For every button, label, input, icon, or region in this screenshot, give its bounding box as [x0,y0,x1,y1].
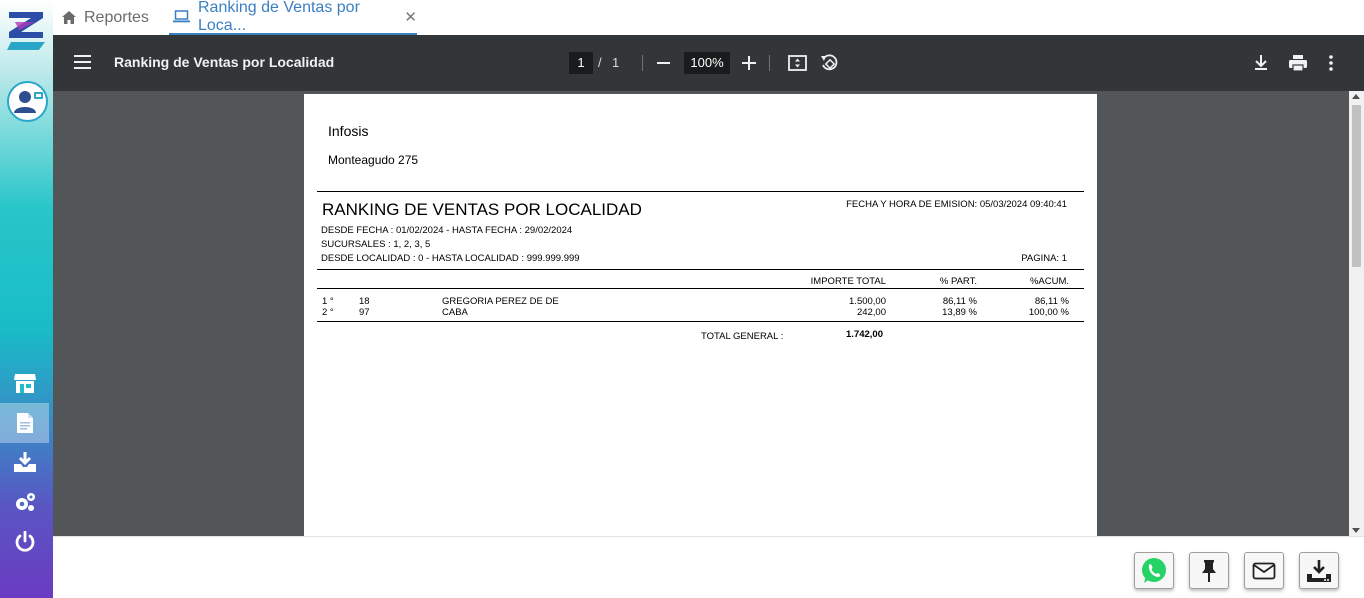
page-indicator: PAGINA: 1 [1021,253,1067,264]
pdf-toolbar: Ranking de Ventas por Localidad 1 / 1 10… [53,35,1364,91]
importe-value: 1.500,00 [849,296,886,307]
sidebar-logout-button[interactable] [0,522,49,562]
report-title: RANKING DE VENTAS POR LOCALIDAD [322,200,642,219]
more-options-icon[interactable] [1328,54,1334,72]
download-tray-icon [1307,559,1331,582]
vertical-scrollbar[interactable] [1349,91,1364,536]
document-title: Ranking de Ventas por Localidad [114,54,335,70]
download-report-button[interactable] [1299,552,1339,589]
acum-value: 86,11 % [1034,296,1069,307]
part-value: 13,89 % [942,307,977,318]
gears-icon [15,493,35,511]
locality-code: 97 [359,307,370,318]
pin-icon [1202,559,1216,582]
mail-icon [1252,562,1276,579]
document-icon [16,413,33,433]
column-acum: %ACUM. [1029,276,1069,287]
page-separator: / [598,55,602,70]
divider [317,269,1084,270]
zoom-out-icon[interactable] [656,54,672,72]
page-number-input[interactable]: 1 [569,52,593,74]
zoom-in-icon[interactable] [741,54,757,72]
table-row: 2 ° 97 CABA 242,00 13,89 % 100,00 % [304,307,1097,319]
locality-name: GREGORIA PEREZ DE DE [442,296,559,307]
rank: 1 ° [322,296,334,307]
locality-code: 18 [359,296,370,307]
user-icon [14,91,43,113]
scroll-up-arrow-icon[interactable] [1352,94,1360,99]
sidebar-store-button[interactable] [0,363,49,403]
menu-icon[interactable] [74,55,91,69]
sidebar [0,0,53,598]
print-icon[interactable] [1288,54,1308,72]
zoom-input[interactable]: 100% [684,52,730,74]
toolbar-divider [769,55,770,71]
sidebar-settings-button[interactable] [0,482,49,522]
locality-range: DESDE LOCALIDAD : 0 - HASTA LOCALIDAD : … [321,253,580,264]
whatsapp-button[interactable] [1134,552,1174,589]
rotate-icon[interactable] [820,54,839,72]
tab-label: Reportes [84,8,149,26]
whatsapp-icon [1142,557,1166,583]
total-label: TOTAL GENERAL : [701,331,784,342]
company-address: Monteagudo 275 [328,153,419,167]
locality-name: CABA [442,307,468,318]
user-avatar[interactable] [7,81,48,122]
tab-ranking[interactable]: Ranking de Ventas por Loca... ✕ [169,0,417,35]
page-total: 1 [612,55,620,70]
app-logo[interactable] [5,8,49,52]
power-icon [15,531,34,552]
part-value: 86,11 % [942,296,977,307]
store-icon [13,374,36,393]
branches: SUCURSALES : 1, 2, 3, 5 [321,239,431,250]
column-importe: IMPORTE TOTAL [810,276,886,287]
scroll-thumb[interactable] [1352,105,1361,267]
close-tab-icon[interactable]: ✕ [404,8,417,26]
column-part: % PART. [939,276,977,287]
download-icon[interactable] [1253,54,1269,72]
importe-value: 242,00 [856,307,886,318]
tab-bar: Reportes Ranking de Ventas por Loca... ✕ [53,0,1364,35]
company-name: Infosis [328,123,369,139]
email-button[interactable] [1244,552,1284,589]
emission-datetime: FECHA Y HORA DE EMISION: 05/03/2024 09:4… [846,199,1067,210]
sidebar-download-button[interactable] [0,442,49,482]
pdf-page: Infosis Monteagudo 275 RANKING DE VENTAS… [304,94,1097,536]
total-value: 1.742,00 [846,329,883,340]
acum-value: 100,00 % [1028,307,1069,318]
laptop-icon [173,10,190,23]
divider [317,191,1084,192]
tab-label: Ranking de Ventas por Loca... [198,0,360,34]
scroll-down-arrow-icon[interactable] [1352,528,1360,533]
pdf-viewer: Ranking de Ventas por Localidad 1 / 1 10… [53,35,1364,536]
fit-page-icon[interactable] [788,54,807,72]
rank: 2 ° [322,307,334,318]
date-range: DESDE FECHA : 01/02/2024 - HASTA FECHA :… [321,225,573,236]
pin-button[interactable] [1189,552,1229,589]
tab-reportes[interactable]: Reportes [62,0,149,35]
inbox-download-icon [13,452,36,472]
home-icon [62,11,76,24]
sidebar-reports-button[interactable] [0,403,49,443]
toolbar-divider [642,55,643,71]
divider [317,321,1084,322]
action-bar [53,536,1364,598]
divider [317,288,1084,289]
